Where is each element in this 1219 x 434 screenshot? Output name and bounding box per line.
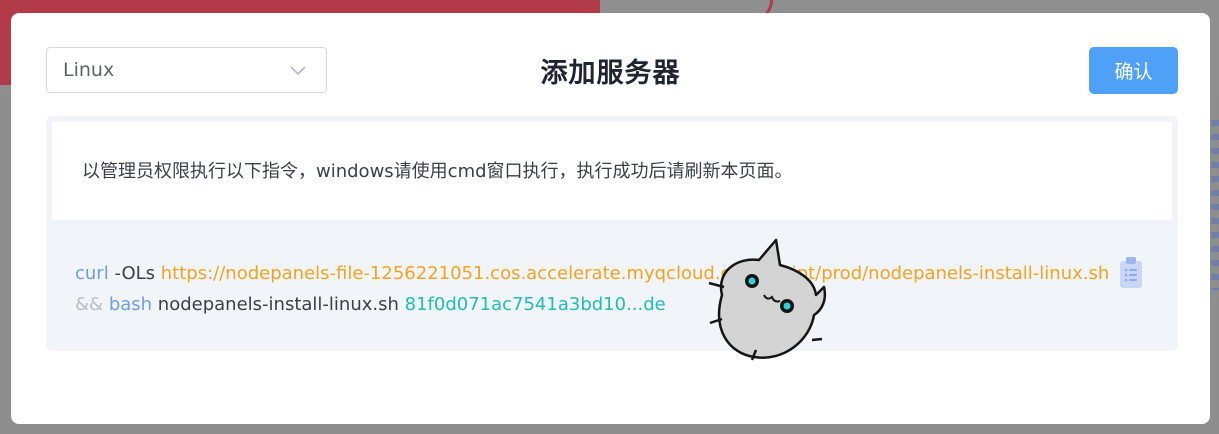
background-stripe xyxy=(1211,120,1219,290)
cmd-flags: -OLs xyxy=(114,263,156,284)
add-server-dialog: Linux 添加服务器 确认 以管理员权限执行以下指令，windows请使用cm… xyxy=(11,13,1210,424)
cmd-and: && xyxy=(75,294,104,315)
cmd-script: nodepanels-install-linux.sh xyxy=(157,294,399,315)
instruction-text: 以管理员权限执行以下指令，windows请使用cmd窗口执行，执行成功后请刷新本… xyxy=(52,122,1172,220)
cmd-bash: bash xyxy=(108,294,153,315)
cat-mascot xyxy=(708,238,827,361)
cmd-token: 81f0d071ac7541a3bd10...de xyxy=(404,294,666,315)
confirm-button[interactable]: 确认 xyxy=(1089,47,1178,94)
cmd-url: https://nodepanels-file-1256221051.cos.a… xyxy=(160,263,1110,284)
install-command[interactable]: curl -OLs https://nodepanels-file-125622… xyxy=(75,258,1115,320)
clipboard-icon[interactable] xyxy=(1118,256,1144,290)
dialog-title: 添加服务器 xyxy=(540,58,681,89)
install-panel: 以管理员权限执行以下指令，windows请使用cmd窗口执行，执行成功后请刷新本… xyxy=(46,116,1178,351)
cmd-curl: curl xyxy=(75,263,109,284)
